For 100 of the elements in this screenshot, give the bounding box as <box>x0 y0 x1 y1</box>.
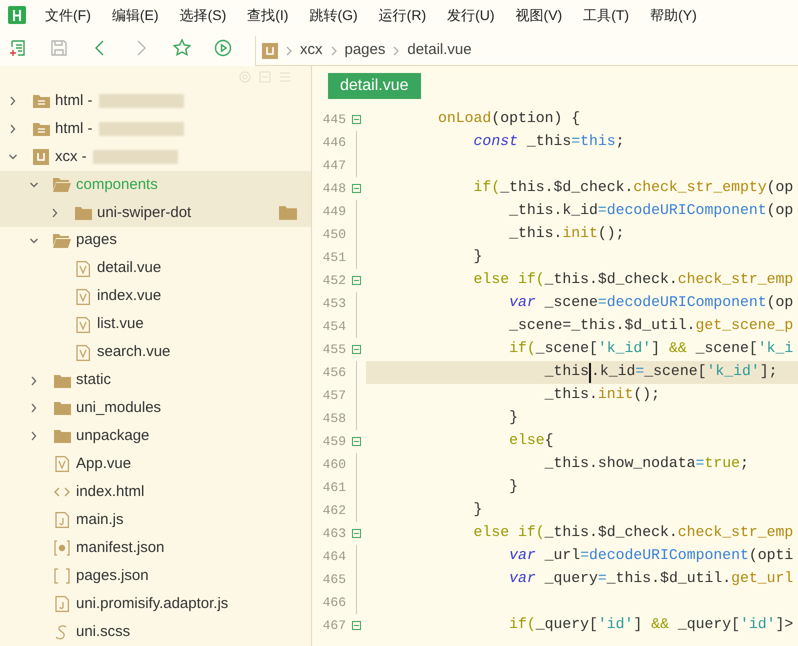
line-number: 460 <box>322 456 346 474</box>
file-j-icon <box>55 512 69 528</box>
star-icon <box>172 38 192 58</box>
tree-item[interactable]: App.vue <box>0 450 311 478</box>
line-number: 457 <box>322 386 346 405</box>
code-line: var _scene=decodeURIComponent(op <box>508 294 794 314</box>
item-label: search.vue <box>97 342 170 362</box>
item-label: html - <box>55 90 92 111</box>
tree-item[interactable]: list.vue <box>0 310 311 339</box>
item-label: uni_modules <box>76 398 162 418</box>
breadcrumb-item[interactable]: detail.vue <box>407 39 472 62</box>
menu-item[interactable]: 视图(V) <box>516 4 562 26</box>
line-number: 462 <box>322 502 346 520</box>
line-number: 458 <box>322 410 346 428</box>
chevron-icon[interactable] <box>9 96 17 106</box>
menu-item[interactable]: 编辑(E) <box>112 4 159 26</box>
folder-icon <box>32 94 50 108</box>
code-line: var _query=_this.$d_util.get_url <box>508 570 794 590</box>
line-number: 461 <box>322 478 346 497</box>
menu-item[interactable]: 运行(R) <box>378 4 426 26</box>
code-line: } <box>508 478 519 498</box>
item-label: xcx - <box>55 146 87 167</box>
chevron-icon[interactable] <box>9 152 17 162</box>
chevron-icon[interactable] <box>51 208 59 218</box>
menu-item[interactable]: 帮助(Y) <box>650 4 697 26</box>
line-number: 464 <box>322 548 346 566</box>
line-number: 453 <box>322 294 346 313</box>
breadcrumb-item[interactable]: pages <box>344 39 386 62</box>
code-line: if(_scene['k_id'] && _scene['k_i <box>508 340 794 360</box>
fold-icon[interactable] <box>352 345 360 354</box>
item-label: main.js <box>76 510 124 530</box>
chevron-icon[interactable] <box>30 236 38 246</box>
chevron-icon[interactable] <box>30 403 38 414</box>
code-line: else if(_this.$d_check.check_str_emp <box>472 271 794 290</box>
file-v-icon <box>55 456 69 472</box>
code-line: var _url=decodeURIComponent(opti <box>508 547 794 566</box>
item-label: list.vue <box>97 314 144 334</box>
menu-item[interactable]: 跳转(G) <box>309 4 358 26</box>
folder-icon[interactable] <box>279 205 297 220</box>
tree-item[interactable]: detail.vue <box>0 254 311 283</box>
menu-item[interactable]: 选择(S) <box>180 4 226 26</box>
tree-item[interactable]: search.vue <box>0 338 311 367</box>
code-line: _this.k_id=decodeURIComponent(op <box>508 202 794 222</box>
tree-item[interactable]: manifest.json <box>0 534 311 562</box>
tree-item[interactable]: uni-swiper-dot <box>0 198 311 227</box>
folder-icon <box>32 122 50 136</box>
tree-item[interactable]: uni_modules <box>0 394 311 422</box>
code-line: else{ <box>508 432 554 452</box>
fold-icon[interactable] <box>352 529 360 538</box>
fold-icon[interactable] <box>352 276 360 285</box>
line-number: 459 <box>322 432 346 451</box>
menu-item[interactable]: 工具(T) <box>583 4 630 26</box>
file-v-icon <box>76 344 90 361</box>
tree-item[interactable]: index.vue <box>0 282 311 311</box>
line-number: 452 <box>322 272 346 290</box>
menu-item[interactable]: 发行(U) <box>447 4 495 26</box>
breadcrumb-item[interactable]: xcx <box>300 39 322 62</box>
tree-item[interactable]: xcx - <box>0 142 311 171</box>
item-label: pages <box>76 230 117 250</box>
menu-item[interactable]: 查找(I) <box>247 4 288 26</box>
fold-icon[interactable] <box>352 184 360 193</box>
code-line: _this.init(); <box>508 225 626 244</box>
line-number: 467 <box>322 616 346 635</box>
open-folder-icon <box>53 178 71 192</box>
brackets-icon <box>54 568 70 584</box>
tree-item[interactable]: html - <box>0 87 311 115</box>
chevron-icon[interactable] <box>30 431 38 442</box>
file-v-icon <box>76 288 90 305</box>
tree-item[interactable]: uni.promisify.adaptor.js <box>0 590 311 618</box>
line-number: 445 <box>322 110 346 129</box>
code-line: } <box>472 501 484 520</box>
tree-item[interactable]: unpackage <box>0 422 311 450</box>
item-label: index.html <box>76 482 144 502</box>
code-line: _scene=_this.$d_util.get_scene_p <box>508 317 794 336</box>
code-brackets-icon <box>54 486 70 498</box>
fold-icon[interactable] <box>352 115 360 124</box>
tree-item[interactable]: index.html <box>0 478 311 506</box>
tree-item[interactable]: static <box>0 366 311 394</box>
item-label: components <box>76 174 158 195</box>
fold-icon[interactable] <box>352 621 360 630</box>
line-number: 451 <box>322 248 346 267</box>
app-logo-icon <box>8 6 26 24</box>
tree-item[interactable]: uni.scss <box>0 618 311 646</box>
project-icon <box>33 148 49 165</box>
menu-item[interactable]: 文件(F) <box>45 4 91 26</box>
file-v-icon <box>76 316 90 333</box>
tree-item[interactable]: pages <box>0 226 311 255</box>
code-line: if(_query['id'] && _query['id']> <box>508 616 794 636</box>
tree-item[interactable]: pages.json <box>0 562 311 590</box>
chevron-icon[interactable] <box>9 124 17 134</box>
item-label: uni.scss <box>76 622 130 642</box>
item-label: detail.vue <box>97 258 162 278</box>
tree-item[interactable]: html - <box>0 114 311 143</box>
line-number: 449 <box>322 202 346 221</box>
tree-item[interactable]: main.js <box>0 506 311 534</box>
chevron-icon[interactable] <box>30 180 38 190</box>
fold-icon[interactable] <box>352 437 360 446</box>
play-circle-icon <box>213 38 233 58</box>
chevron-icon[interactable] <box>30 376 38 386</box>
code-line: _this.init(); <box>544 386 662 406</box>
